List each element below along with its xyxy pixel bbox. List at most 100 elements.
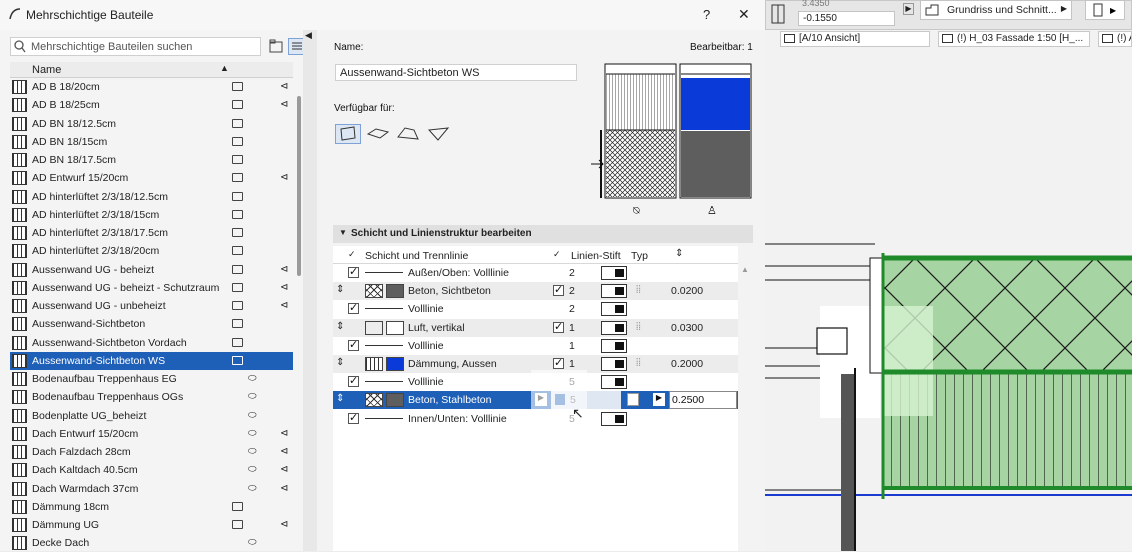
color-swatch[interactable] [386, 393, 404, 408]
pen-style-box[interactable] [601, 302, 627, 317]
layer-section-header[interactable]: ▼ Schicht und Linienstruktur bearbeiten [333, 225, 753, 243]
line-checkbox[interactable] [348, 265, 359, 278]
list-item[interactable]: Aussenwand UG - beheizt - Schutzraum ⊲ [10, 279, 293, 297]
list-item[interactable]: Aussenwand UG - unbeheizt ⊲ [10, 297, 293, 315]
folder-view-icon[interactable] [268, 38, 286, 55]
drag-handle-icon[interactable]: ⇕ [336, 393, 344, 404]
list-item[interactable]: Dämmung UG ⊲ [10, 516, 293, 534]
pen-style-box[interactable] [601, 357, 627, 371]
tab-fassade[interactable]: (!) H_03 Fassade 1:50 [H_... [938, 31, 1090, 47]
line-checkbox[interactable] [348, 374, 359, 388]
line-checkbox[interactable] [348, 338, 359, 351]
list-item[interactable]: AD hinterlüftet 2/3/18/15cm [10, 206, 293, 224]
view-dropdown[interactable]: Grundriss und Schnitt... ▶ [920, 0, 1072, 20]
list-item[interactable]: Dach Falzdach 28cm ⬭ ⊲ [10, 443, 293, 461]
arrow-right-icon[interactable]: ▶ [653, 393, 665, 407]
drag-handle-icon[interactable]: ⇕ [336, 321, 344, 332]
pen-style-box[interactable] [601, 411, 627, 426]
color-swatch[interactable] [386, 320, 404, 335]
close-button[interactable]: ✕ [738, 6, 750, 23]
list-item[interactable]: Aussenwand-Sichtbeton [10, 315, 293, 333]
list-item[interactable]: AD hinterlüftet 2/3/18/20cm [10, 242, 293, 260]
pen-style-box[interactable] [601, 338, 627, 353]
list-item[interactable]: Bodenplatte UG_beheizt ⬭ [10, 407, 293, 425]
type-icon[interactable]: ⦙⦙ [636, 357, 641, 370]
pane-divider[interactable]: ◀ [303, 30, 317, 551]
list-item-label: AD BN 18/12.5cm [32, 117, 117, 130]
check-pen-icon[interactable]: ✓ [553, 249, 561, 260]
pen-number[interactable]: 1 [569, 340, 575, 352]
line-checkbox[interactable] [348, 411, 359, 424]
layer-row[interactable]: ⇕ Luft, vertikal 1 ⦙⦙ 0.0300 [333, 318, 738, 337]
pen-number[interactable]: 2 [569, 285, 575, 297]
list-header[interactable]: Name ▲ [10, 62, 293, 78]
list-item[interactable]: AD hinterlüftet 2/3/18/17.5cm [10, 224, 293, 242]
pen-number[interactable]: 2 [569, 303, 575, 315]
separator-row[interactable]: Volllinie 1 [333, 337, 738, 355]
pen-number[interactable]: 2 [569, 267, 575, 279]
pen-number[interactable]: 1 [569, 358, 575, 370]
scroll-up-icon[interactable]: ▲ [741, 265, 749, 274]
help-button[interactable]: ? [703, 7, 710, 22]
list-item[interactable]: AD B 18/20cm ⊲ [10, 78, 293, 96]
pen-checkbox[interactable] [553, 356, 564, 369]
door-tool-button[interactable]: ▶ [1085, 0, 1125, 20]
list-item[interactable]: Bodenaufbau Treppenhaus OGs ⬭ [10, 388, 293, 406]
line-checkbox[interactable] [348, 301, 359, 315]
list-item[interactable]: AD Entwurf 15/20cm ⊲ [10, 169, 293, 187]
pen-style-box[interactable] [601, 375, 627, 390]
pen-checkbox[interactable] [553, 320, 564, 333]
pen-number[interactable]: 1 [569, 322, 575, 334]
coord-input[interactable]: -0.1550 [798, 11, 895, 26]
fill-swatch[interactable] [365, 284, 383, 299]
tab-more[interactable]: (!) A [1098, 31, 1132, 47]
list-item[interactable]: AD BN 18/12.5cm [10, 115, 293, 133]
fill-swatch[interactable] [365, 393, 383, 408]
drag-handle-icon[interactable]: ⇕ [336, 284, 344, 295]
roof-type-button[interactable] [395, 124, 421, 144]
list-item[interactable]: AD BN 18/15cm [10, 133, 293, 151]
list-item-label: Bodenaufbau Treppenhaus EG [32, 373, 177, 385]
pen-style-box[interactable] [601, 320, 627, 335]
list-item[interactable]: Decke Dach ⬭ [10, 534, 293, 552]
separator-row[interactable]: Volllinie 2 [333, 300, 738, 318]
list-item[interactable]: AD BN 18/17.5cm [10, 151, 293, 169]
arrow-right-icon[interactable]: ▶ [903, 3, 914, 15]
type-icon[interactable]: ⦙⦙ [636, 321, 641, 334]
tab-more-label: (!) A [1117, 33, 1131, 44]
list-item[interactable]: AD hinterlüftet 2/3/18/12.5cm [10, 188, 293, 206]
list-item[interactable]: Dämmung 18cm [10, 498, 293, 516]
layer-row[interactable]: ⇕ Beton, Sichtbeton 2 ⦙⦙ 0.0200 [333, 282, 738, 301]
pen-style-box[interactable] [601, 266, 627, 280]
list-item[interactable]: Aussenwand-Sichtbeton WS [10, 351, 293, 370]
type-icon[interactable]: ⦙⦙ [636, 284, 641, 297]
pen-checkbox[interactable] [553, 283, 564, 297]
collapse-arrow-icon[interactable]: ◀ [305, 30, 312, 41]
fill-swatch[interactable] [365, 320, 383, 335]
shell-type-button[interactable] [425, 124, 451, 144]
list-scrollbar[interactable] [297, 96, 301, 276]
check-all-icon[interactable]: ✓ [348, 249, 356, 260]
list-item-label: AD hinterlüftet 2/3/18/15cm [32, 208, 160, 221]
list-item[interactable]: Dach Kaltdach 40.5cm ⬭ ⊲ [10, 461, 293, 479]
dimension-icon[interactable] [768, 2, 790, 26]
list-item[interactable]: Aussenwand-Sichtbeton Vordach [10, 334, 293, 352]
list-item[interactable]: Dach Entwurf 15/20cm ⬭ ⊲ [10, 425, 293, 443]
list-item[interactable]: Aussenwand UG - beheizt ⊲ [10, 261, 293, 279]
separator-row[interactable]: Außen/Oben: Volllinie 2 [333, 264, 738, 282]
search-input[interactable]: Mehrschichtige Bauteilen suchen [10, 37, 261, 56]
list-item[interactable]: Dach Warmdach 37cm ⬭ ⊲ [10, 480, 293, 498]
type-selector[interactable] [627, 393, 639, 407]
wall-type-button[interactable] [335, 124, 361, 144]
drag-handle-icon[interactable]: ⇕ [336, 357, 344, 368]
pen-style-box[interactable] [601, 284, 627, 299]
list-item[interactable]: Bodenaufbau Treppenhaus EG ⬭ [10, 370, 293, 388]
list-item[interactable]: AD B 18/25cm ⊲ [10, 96, 293, 114]
color-swatch[interactable] [386, 357, 404, 371]
color-swatch[interactable] [386, 284, 404, 299]
tab-ansicht[interactable]: [A/10 Ansicht] [780, 31, 930, 47]
name-input[interactable]: Aussenwand-Sichtbeton WS [335, 64, 577, 81]
fill-swatch[interactable] [365, 357, 383, 371]
slab-type-button[interactable] [365, 124, 391, 144]
shell-flag-icon: ⊲ [280, 427, 289, 439]
